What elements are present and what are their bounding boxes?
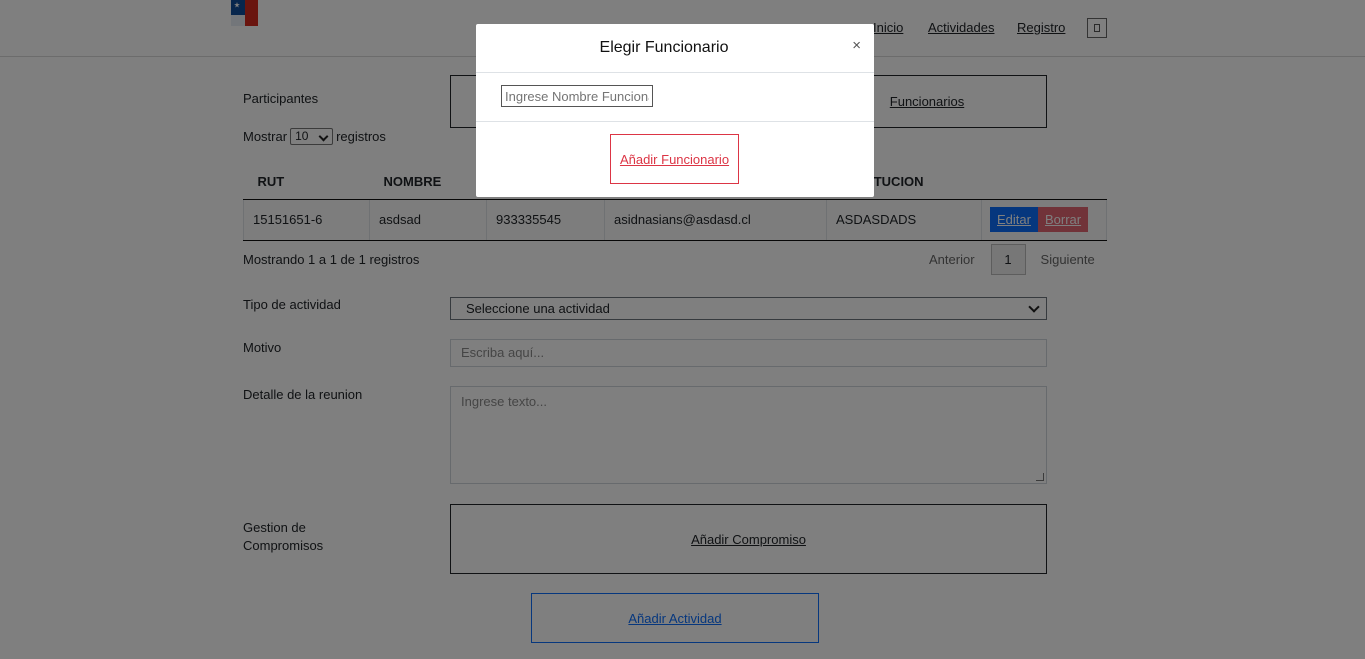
modal-header: Elegir Funcionario × bbox=[476, 24, 874, 73]
add-funcionario-button[interactable]: Añadir Funcionario bbox=[620, 152, 729, 167]
add-funcionario-box: Añadir Funcionario bbox=[610, 134, 739, 184]
funcionario-name-input[interactable] bbox=[501, 85, 653, 107]
modal-body bbox=[476, 73, 874, 122]
modal-title: Elegir Funcionario bbox=[599, 39, 729, 56]
close-icon[interactable]: × bbox=[852, 37, 861, 54]
elegir-funcionario-modal: Elegir Funcionario × Añadir Funcionario bbox=[476, 24, 874, 197]
